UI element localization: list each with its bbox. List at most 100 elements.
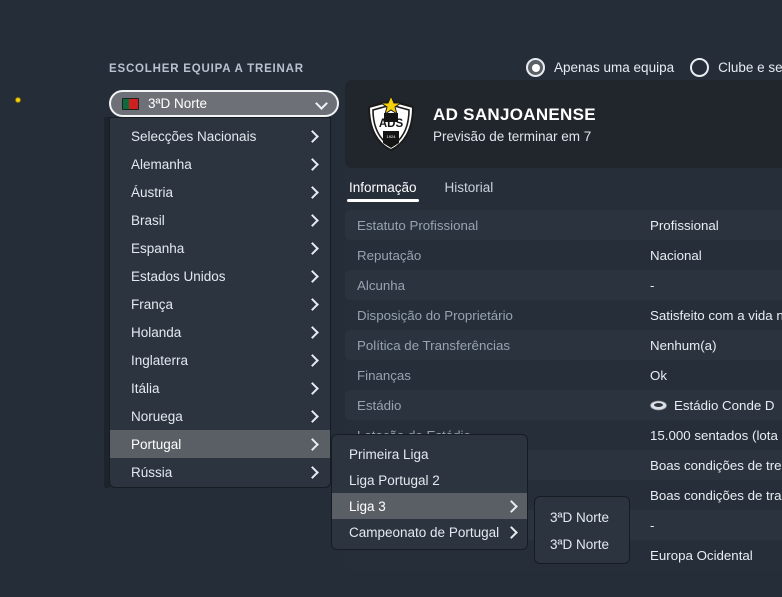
menu-item-3ad-norte-2[interactable]: 3ªD Norte (535, 531, 629, 558)
info-label: Finanças (357, 367, 411, 383)
info-value: - (650, 517, 655, 533)
chevron-right-icon (308, 326, 318, 338)
svg-text:ADS: ADS (379, 118, 404, 130)
chevron-right-icon (308, 242, 318, 254)
menu-item-portugal[interactable]: Portugal (110, 430, 330, 458)
table-row: Disposição do Proprietário Satisfeito co… (345, 300, 782, 330)
menu-item-italia[interactable]: Itália (110, 374, 330, 402)
info-value: Profissional (650, 217, 719, 233)
menu-item-liga-portugal-2[interactable]: Liga Portugal 2 (332, 467, 527, 493)
radio-option-single-team[interactable]: Apenas uma equipa (526, 58, 674, 77)
menu-item-label: Holanda (131, 324, 182, 340)
stadium-icon (650, 400, 667, 410)
table-row: Finanças Ok (345, 360, 782, 390)
menu-item-label: Rússia (131, 464, 173, 480)
menu-item-label: França (131, 296, 174, 312)
chevron-right-icon (308, 270, 318, 282)
chevron-right-icon (308, 410, 318, 422)
menu-item-primeira-liga[interactable]: Primeira Liga (332, 441, 527, 467)
table-row: Alcunha - (345, 270, 782, 300)
tab-historial[interactable]: Historial (443, 178, 496, 202)
info-value: Nacional (650, 247, 702, 263)
info-label: Disposição do Proprietário (357, 307, 513, 323)
info-value: Ok (650, 367, 667, 383)
chevron-right-icon (507, 526, 517, 538)
table-row: Reputação Nacional (345, 240, 782, 270)
menu-item-label: Itália (131, 380, 160, 396)
menu-item-campeonato-de-portugal[interactable]: Campeonato de Portugal (332, 519, 527, 545)
menu-item-liga-3[interactable]: Liga 3 (332, 493, 527, 519)
team-scope-radio-group: Apenas uma equipa Clube e selec (526, 58, 782, 77)
menu-item-alemanha[interactable]: Alemanha (110, 150, 330, 178)
table-row: Estatuto Profissional Profissional (345, 210, 782, 240)
info-value: Satisfeito com a vida n (650, 307, 782, 323)
menu-item-noruega[interactable]: Noruega (110, 402, 330, 430)
menu-item-espanha[interactable]: Espanha (110, 234, 330, 262)
radio-option-club-and-nation-label: Clube e selec (718, 60, 782, 75)
chevron-right-icon (308, 466, 318, 478)
menu-item-label: Portugal (131, 436, 182, 452)
chevron-down-icon[interactable] (316, 98, 327, 109)
info-label: Estádio (357, 397, 402, 413)
menu-item-label: Primeira Liga (349, 446, 429, 462)
info-value: - (650, 277, 655, 293)
menu-item-label: Brasil (131, 212, 165, 228)
info-value-text: Estádio Conde D (674, 397, 775, 413)
team-dropdown-button[interactable]: 3ªD Norte (109, 90, 339, 117)
menu-item-label: 3ªD Norte (550, 510, 610, 525)
table-row: Política de Transferências Nenhum(a) (345, 330, 782, 360)
flag-emblem-icon (15, 97, 21, 103)
club-crest-icon: ADS 1924 (366, 94, 416, 152)
chevron-right-icon (308, 354, 318, 366)
menu-item-estados-unidos[interactable]: Estados Unidos (110, 262, 330, 290)
menu-item-holanda[interactable]: Holanda (110, 318, 330, 346)
menu-item-brasil[interactable]: Brasil (110, 206, 330, 234)
menu-item-franca[interactable]: França (110, 290, 330, 318)
chevron-right-icon (308, 298, 318, 310)
radio-selected-icon[interactable] (526, 58, 545, 77)
menu-item-label: Campeonato de Portugal (349, 524, 500, 540)
chevron-right-icon (308, 214, 318, 226)
chevron-right-icon (308, 382, 318, 394)
menu-item-label: 3ªD Norte (550, 537, 610, 552)
menu-item-label: Alemanha (131, 156, 192, 172)
info-value: Estádio Conde D (650, 398, 775, 413)
club-name: AD SANJOANENSE (433, 104, 596, 124)
menu-item-label: Selecções Nacionais (131, 128, 257, 144)
club-texts: AD SANJOANENSE Previsão de terminar em 7 (433, 105, 596, 144)
chevron-right-icon (308, 158, 318, 170)
info-label: Reputação (357, 247, 422, 263)
info-value: Boas condições de tra (650, 487, 782, 503)
menu-item-label: Espanha (131, 240, 185, 256)
page-title: ESCOLHER EQUIPA A TREINAR (109, 63, 304, 75)
menu-item-label: Estados Unidos (131, 268, 226, 284)
chevron-right-icon (308, 130, 318, 142)
menu-item-label: Inglaterra (131, 352, 189, 368)
menu-item-russia[interactable]: Rússia (110, 458, 330, 486)
club-header: ADS 1924 AD SANJOANENSE Previsão de term… (345, 80, 782, 168)
portugal-flag-icon (122, 97, 139, 110)
club-prediction: Previsão de terminar em 7 (433, 128, 592, 144)
menu-item-seleccoes-nacionais[interactable]: Selecções Nacionais (110, 122, 330, 150)
leagues-submenu: Primeira Liga Liga Portugal 2 Liga 3 Cam… (331, 434, 528, 550)
info-value: 15.000 sentados (lota (650, 427, 778, 443)
svg-text:1924: 1924 (387, 134, 397, 139)
radio-unselected-icon[interactable] (690, 58, 710, 77)
chevron-right-icon (308, 186, 318, 198)
info-label: Política de Transferências (357, 337, 510, 353)
club-tabs: Informação Historial (347, 178, 495, 202)
info-value: Nenhum(a) (650, 337, 717, 353)
team-dropdown-label: 3ªD Norte (148, 96, 208, 111)
menu-item-inglaterra[interactable]: Inglaterra (110, 346, 330, 374)
info-value: Boas condições de tre (650, 457, 782, 473)
chevron-right-icon (308, 438, 318, 450)
info-value: Europa Ocidental (650, 547, 753, 563)
menu-item-austria[interactable]: Áustria (110, 178, 330, 206)
menu-item-label: Liga Portugal 2 (349, 472, 440, 488)
menu-item-3ad-norte-1[interactable]: 3ªD Norte (535, 504, 629, 531)
info-label: Alcunha (357, 277, 406, 293)
countries-dropdown-menu: Selecções Nacionais Alemanha Áustria Bra… (109, 117, 331, 488)
tab-informacao[interactable]: Informação (347, 178, 419, 202)
radio-option-club-and-nation[interactable]: Clube e selec (690, 58, 782, 77)
menu-item-label: Áustria (131, 184, 174, 200)
